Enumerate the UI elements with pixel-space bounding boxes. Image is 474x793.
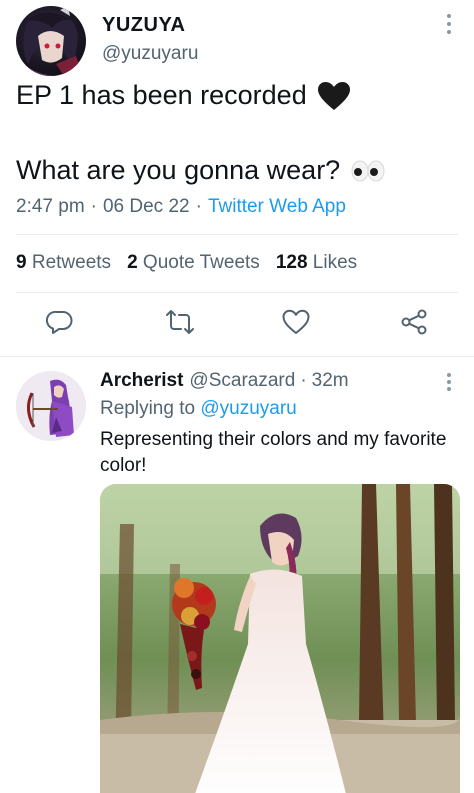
likes-count: 128 — [275, 252, 308, 273]
divider — [16, 234, 458, 235]
replying-mention[interactable]: @yuzuyaru — [200, 398, 296, 419]
main-tweet: YUZUYA @yuzuyaru EP 1 has been recorded … — [0, 0, 474, 356]
tweet-date[interactable]: 06 Dec 22 — [103, 196, 190, 218]
tweet-text: EP 1 has been recorded — [16, 80, 307, 110]
reply-author-name[interactable]: Archerist — [100, 370, 183, 392]
reply-header: Archerist @Scarazard · 32m — [100, 370, 349, 392]
likes-label: Likes — [312, 252, 358, 273]
tweet-text: What are you gonna wear? — [16, 155, 341, 185]
author-name[interactable]: YUZUYA — [102, 14, 185, 37]
tweet-time[interactable]: 2:47 pm — [16, 196, 85, 218]
black-heart-icon — [317, 81, 351, 111]
author-avatar[interactable] — [16, 6, 86, 76]
quote-tweets-stat[interactable]: 2 Quote Tweets — [127, 252, 260, 274]
reply-author-avatar[interactable] — [16, 371, 86, 441]
eyes-icon — [350, 159, 386, 183]
reply-separator: · — [300, 370, 307, 391]
like-icon[interactable] — [280, 306, 312, 338]
more-icon[interactable] — [446, 14, 452, 34]
reply-icon[interactable] — [44, 306, 76, 338]
likes-stat[interactable]: 128 Likes — [276, 252, 357, 274]
tweet-meta: 2:47 pm · 06 Dec 22 · Twitter Web App — [16, 196, 346, 218]
reply-tweet[interactable]: Archerist @Scarazard · 32m Replying to @… — [0, 357, 474, 793]
tweet-stats: 9 Retweets 2 Quote Tweets 128 Likes — [16, 252, 357, 274]
tweet-actions — [0, 306, 474, 346]
meta-separator: · — [90, 196, 97, 217]
reply-text: Representing their colors and my favorit… — [100, 429, 447, 476]
tweet-text-line-2: What are you gonna wear? — [16, 155, 386, 186]
quotes-label: Quote Tweets — [142, 252, 260, 273]
tweet-source-app[interactable]: Twitter Web App — [208, 196, 346, 218]
tweet-text-line-1: EP 1 has been recorded — [16, 80, 351, 111]
retweet-icon[interactable] — [164, 306, 196, 338]
retweets-label: Retweets — [31, 252, 112, 273]
quotes-count: 2 — [127, 252, 138, 273]
retweets-stat[interactable]: 9 Retweets — [16, 252, 111, 274]
reply-author-handle[interactable]: @Scarazard — [189, 370, 295, 392]
divider — [16, 292, 458, 293]
retweets-count: 9 — [16, 252, 27, 273]
reply-photo[interactable] — [100, 484, 460, 793]
replying-to: Replying to @yuzuyaru — [100, 398, 297, 420]
more-icon[interactable] — [446, 373, 452, 393]
replying-prefix: Replying to — [100, 398, 196, 419]
reply-time[interactable]: 32m — [312, 370, 349, 392]
author-handle[interactable]: @yuzuyaru — [102, 43, 198, 65]
share-icon[interactable] — [398, 306, 430, 338]
meta-separator: · — [195, 196, 202, 217]
